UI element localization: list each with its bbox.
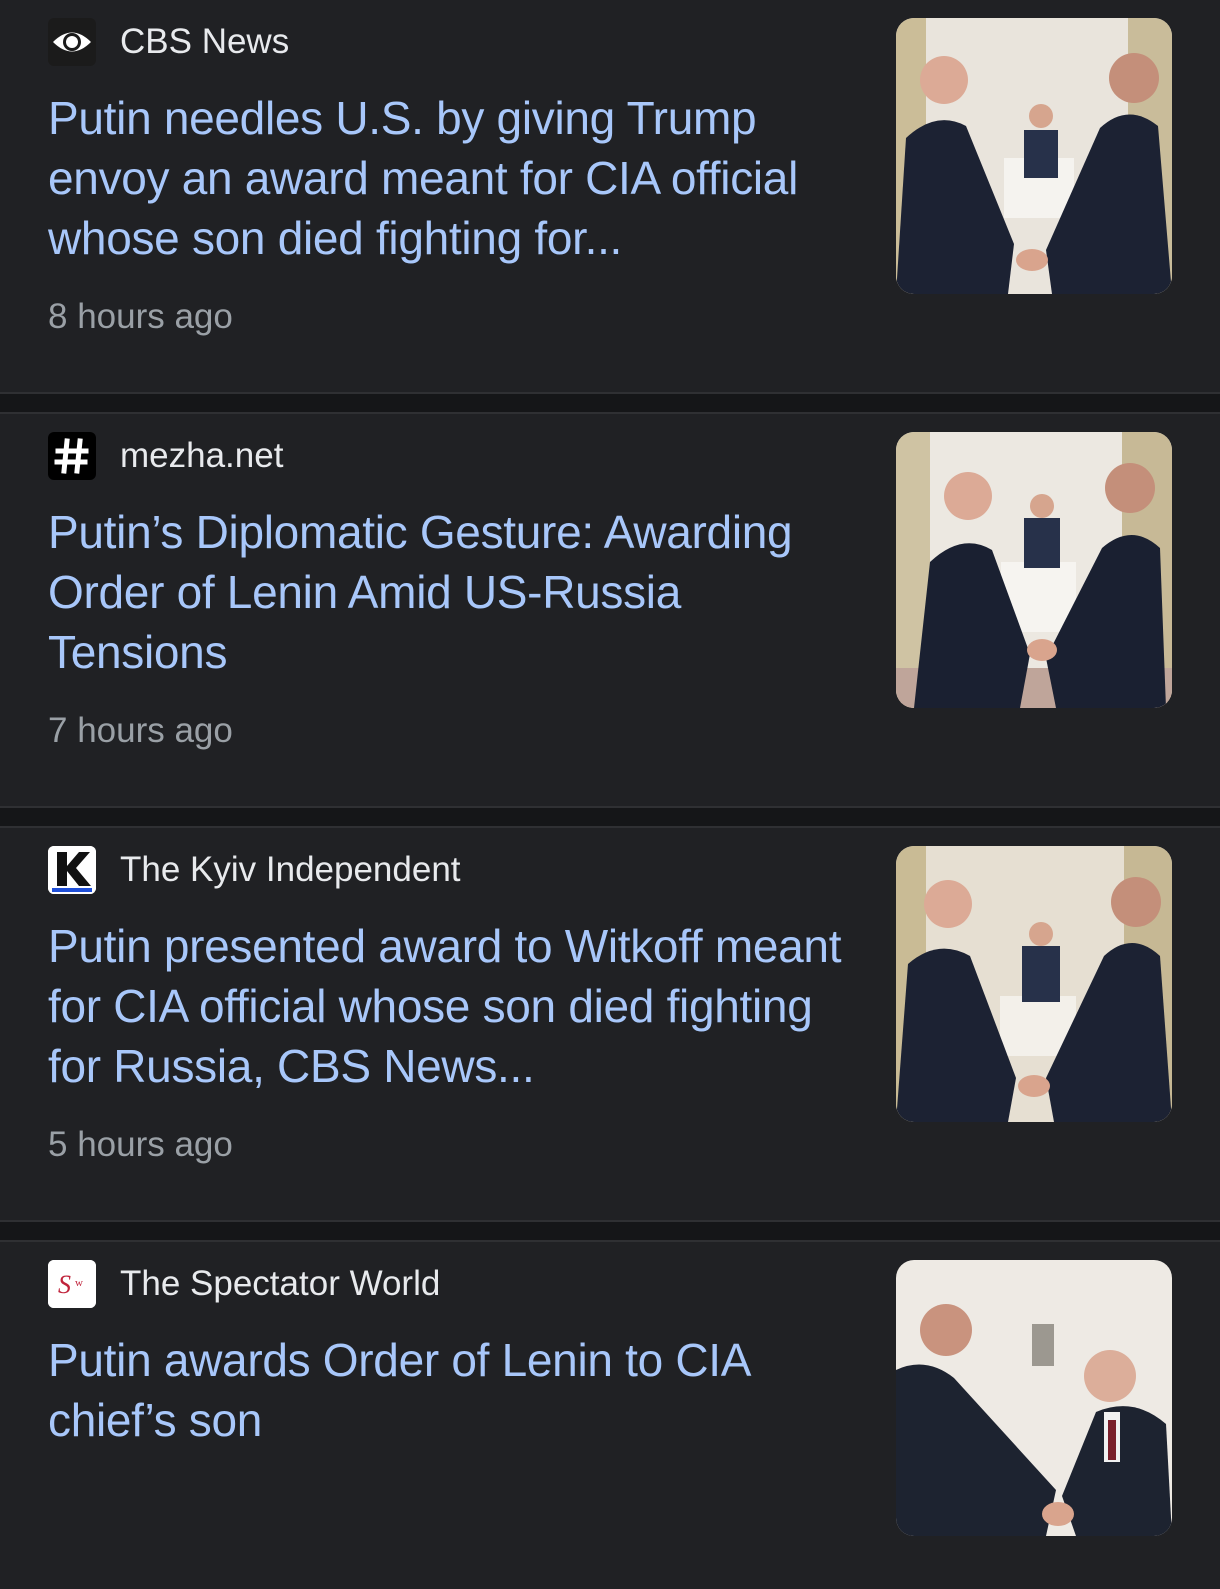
article-timestamp: 8 hours ago [48,297,233,336]
source-row: mezha.net [48,432,283,480]
card-separator [0,394,1220,414]
svg-text:S: S [58,1270,71,1299]
spectator-logo-icon: S w [48,1260,96,1308]
hash-icon [48,432,96,480]
source-name: The Kyiv Independent [120,850,461,889]
article-headline[interactable]: Putin’s Diplomatic Gesture: Awarding Ord… [48,502,848,682]
k-logo-icon [48,846,96,894]
news-card[interactable]: CBS News Putin needles U.S. by giving Tr… [0,0,1220,394]
news-card[interactable]: mezha.net Putin’s Diplomatic Gesture: Aw… [0,414,1220,808]
source-name: mezha.net [120,436,284,475]
news-card[interactable]: S w The Spectator World Putin awards Ord… [0,1242,1220,1589]
article-timestamp: 7 hours ago [48,711,233,750]
news-card[interactable]: The Kyiv Independent Putin presented awa… [0,828,1220,1222]
source-name: CBS News [120,22,290,61]
article-headline[interactable]: Putin presented award to Witkoff meant f… [48,916,848,1096]
source-row: The Kyiv Independent [48,846,461,894]
article-headline[interactable]: Putin needles U.S. by giving Trump envoy… [48,88,848,268]
source-row: CBS News [48,18,289,66]
article-thumbnail[interactable] [896,846,1172,1122]
article-headline[interactable]: Putin awards Order of Lenin to CIA chief… [48,1330,848,1450]
article-thumbnail[interactable] [896,18,1172,294]
news-feed: CBS News Putin needles U.S. by giving Tr… [0,0,1220,1589]
source-name: The Spectator World [120,1264,441,1303]
card-separator [0,1222,1220,1242]
article-timestamp: 5 hours ago [48,1125,233,1164]
source-row: S w The Spectator World [48,1260,440,1308]
cbs-eye-icon [48,18,96,66]
article-thumbnail[interactable] [896,432,1172,708]
article-thumbnail[interactable] [896,1260,1172,1536]
svg-text:w: w [75,1277,83,1289]
card-separator [0,808,1220,828]
